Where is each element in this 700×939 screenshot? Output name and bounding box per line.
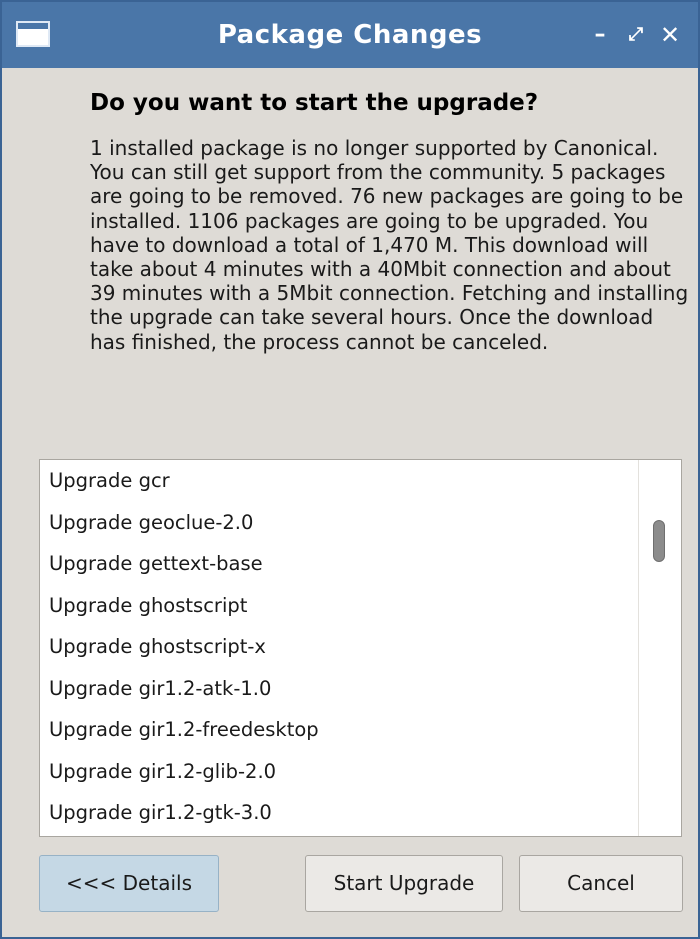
list-item[interactable]: Upgrade ghostscript xyxy=(40,585,638,627)
dialog-description: 1 installed package is no longer support… xyxy=(90,136,689,354)
list-item[interactable]: Upgrade gettext-base xyxy=(40,543,638,585)
list-item[interactable]: Upgrade gcr xyxy=(40,460,638,502)
details-button[interactable]: <<< Details xyxy=(39,855,219,912)
list-item[interactable]: Upgrade geoclue-2.0 xyxy=(40,502,638,544)
close-icon[interactable]: ✕ xyxy=(656,20,684,50)
list-item[interactable]: Upgrade gir1.2-glib-2.0 xyxy=(40,751,638,793)
list-item[interactable]: Upgrade ghostscript-x xyxy=(40,626,638,668)
minimize-icon[interactable]: – xyxy=(586,20,614,50)
title-bar[interactable]: Package Changes – ⤢ ✕ xyxy=(2,2,698,68)
list-item[interactable]: Upgrade gir1.2-gtk-3.0 xyxy=(40,792,638,834)
maximize-icon[interactable]: ⤢ xyxy=(622,20,650,50)
list-item[interactable]: Upgrade gir1.2-freedesktop xyxy=(40,709,638,751)
start-upgrade-button[interactable]: Start Upgrade xyxy=(305,855,503,912)
package-changes-window: Package Changes – ⤢ ✕ Do you want to sta… xyxy=(0,0,700,939)
cancel-button[interactable]: Cancel xyxy=(519,855,683,912)
list-item[interactable]: Upgrade gir1.2-atk-1.0 xyxy=(40,668,638,710)
scrollbar-thumb[interactable] xyxy=(653,520,665,562)
dialog-heading: Do you want to start the upgrade? xyxy=(90,90,539,116)
package-changes-list[interactable]: Upgrade gcr Upgrade geoclue-2.0 Upgrade ge… xyxy=(39,459,682,837)
list-scrollbar[interactable] xyxy=(638,460,681,836)
list-content: Upgrade gcr Upgrade geoclue-2.0 Upgrade ge… xyxy=(40,460,638,834)
